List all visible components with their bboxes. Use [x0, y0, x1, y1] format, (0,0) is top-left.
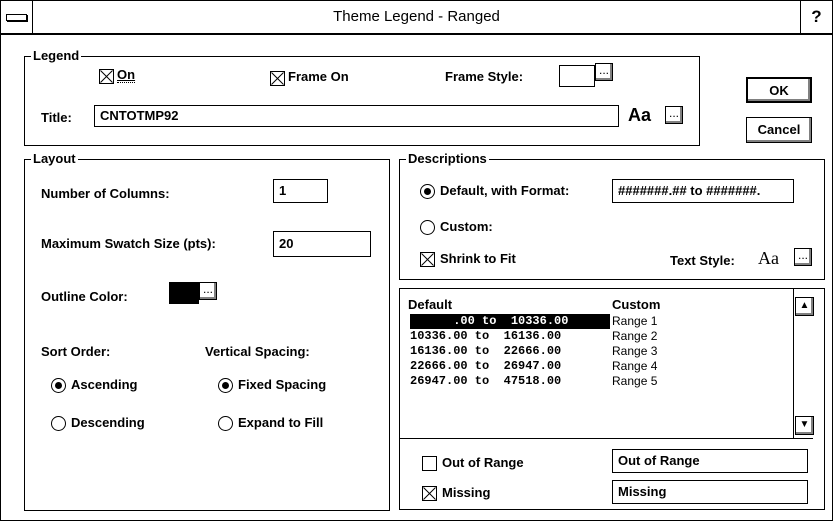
num-columns-input[interactable]: 1 — [273, 179, 328, 203]
custom-label[interactable]: Custom: — [440, 219, 493, 234]
range-custom-2[interactable]: Range 2 — [612, 329, 657, 344]
num-columns-label: Number of Columns: — [41, 186, 170, 201]
expand-to-fill-label[interactable]: Expand to Fill — [238, 415, 323, 430]
frame-style-field[interactable] — [559, 65, 595, 87]
vertical-spacing-label: Vertical Spacing: — [205, 344, 310, 359]
range-row-1[interactable]: .00 to 10336.00 — [410, 314, 610, 329]
ranges-panel: Default Custom .00 to 10336.00 Range 1 1… — [399, 288, 825, 510]
system-menu-icon — [6, 14, 27, 21]
default-column-header: Default — [408, 297, 453, 312]
outline-color-ellipsis-button[interactable]: ... — [199, 282, 217, 300]
default-format-label[interactable]: Default, with Format: — [440, 183, 569, 198]
max-swatch-label: Maximum Swatch Size (pts): — [41, 236, 216, 251]
max-swatch-input[interactable]: 20 — [273, 231, 371, 257]
range-custom-5[interactable]: Range 5 — [612, 374, 657, 389]
frame-on-checkbox[interactable] — [270, 71, 285, 86]
custom-radio[interactable] — [420, 220, 435, 235]
out-of-range-label[interactable]: Out of Range — [442, 455, 524, 470]
title-font-ellipsis-button[interactable]: ... — [665, 106, 683, 124]
custom-column-header: Custom — [612, 297, 661, 312]
title-label: Title: — [41, 110, 72, 125]
range-row-4[interactable]: 22666.00 to 26947.00 — [410, 359, 610, 374]
format-input[interactable]: #######.## to #######. — [612, 179, 794, 203]
ascending-label[interactable]: Ascending — [71, 377, 137, 392]
font-sample-icon: Aa — [628, 105, 652, 125]
fixed-spacing-label[interactable]: Fixed Spacing — [238, 377, 326, 392]
legend-group-title: Legend — [31, 47, 82, 65]
scroll-up-icon[interactable]: ▲ — [795, 297, 814, 316]
missing-checkbox[interactable] — [422, 486, 437, 501]
ranges-scrollbar[interactable]: ▲ ▼ — [793, 289, 814, 438]
system-menu-button[interactable] — [1, 1, 33, 33]
range-custom-4[interactable]: Range 4 — [612, 359, 657, 374]
expand-to-fill-radio[interactable] — [218, 416, 233, 431]
descriptions-group-title: Descriptions — [406, 150, 489, 168]
descending-label[interactable]: Descending — [71, 415, 145, 430]
range-custom-1[interactable]: Range 1 — [612, 314, 657, 329]
text-style-ellipsis-button[interactable]: ... — [794, 248, 812, 266]
fixed-spacing-radio[interactable] — [218, 378, 233, 393]
frame-on-label[interactable]: Frame On — [288, 69, 349, 84]
frame-style-ellipsis-button[interactable]: ... — [595, 63, 613, 81]
sort-order-label: Sort Order: — [41, 344, 111, 359]
outline-color-label: Outline Color: — [41, 289, 128, 304]
on-label[interactable]: On — [117, 67, 136, 83]
range-custom-3[interactable]: Range 3 — [612, 344, 657, 359]
out-of-range-input[interactable]: Out of Range — [612, 449, 808, 473]
theme-legend-dialog: Theme Legend - Ranged ? Legend On Frame … — [0, 0, 833, 521]
out-of-range-checkbox[interactable] — [422, 456, 437, 471]
layout-group-title: Layout — [31, 150, 78, 168]
shrink-to-fit-checkbox[interactable] — [420, 252, 435, 267]
window-title: Theme Legend - Ranged — [333, 8, 500, 25]
range-row-5[interactable]: 26947.00 to 47518.00 — [410, 374, 610, 389]
legend-group: Legend On Frame On Frame Style: ... Titl… — [24, 47, 700, 146]
range-row-2[interactable]: 10336.00 to 16136.00 — [410, 329, 610, 344]
ranges-listbox[interactable]: Default Custom .00 to 10336.00 Range 1 1… — [400, 289, 814, 439]
range-row-3[interactable]: 16136.00 to 22666.00 — [410, 344, 610, 359]
cancel-button[interactable]: Cancel — [746, 117, 812, 143]
default-format-radio[interactable] — [420, 184, 435, 199]
ascending-radio[interactable] — [51, 378, 66, 393]
title-bar: Theme Legend - Ranged ? — [1, 1, 832, 35]
on-checkbox[interactable] — [99, 69, 114, 84]
ok-button[interactable]: OK — [746, 77, 812, 103]
outline-color-swatch[interactable] — [169, 282, 199, 304]
text-style-label: Text Style: — [670, 253, 735, 268]
title-input[interactable]: CNTOTMP92 — [94, 105, 619, 127]
scroll-down-icon[interactable]: ▼ — [795, 416, 814, 435]
missing-input[interactable]: Missing — [612, 480, 808, 504]
text-style-sample-icon: Aa — [758, 248, 779, 268]
shrink-to-fit-label[interactable]: Shrink to Fit — [440, 251, 516, 266]
layout-group: Layout Number of Columns: 1 Maximum Swat… — [24, 150, 390, 511]
descending-radio[interactable] — [51, 416, 66, 431]
missing-label[interactable]: Missing — [442, 485, 490, 500]
frame-style-label: Frame Style: — [445, 69, 524, 84]
descriptions-group: Descriptions Default, with Format: #####… — [399, 150, 825, 280]
help-button[interactable]: ? — [800, 1, 832, 33]
